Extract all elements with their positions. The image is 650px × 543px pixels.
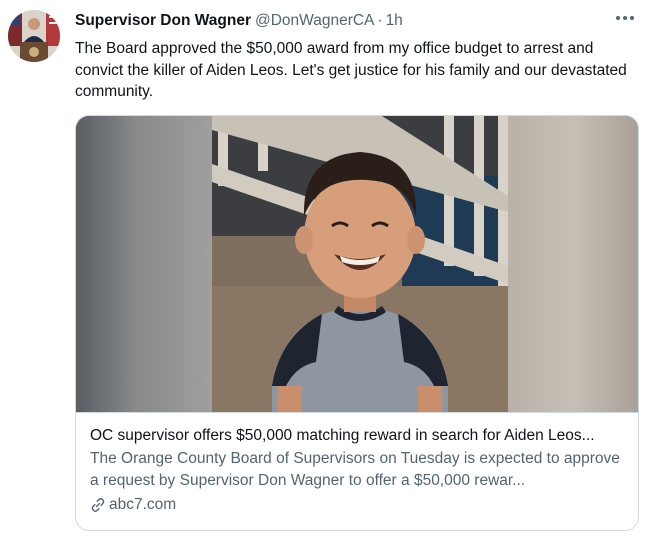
tweet-header: Supervisor Don Wagner @DonWagnerCA · 1h	[75, 10, 635, 32]
more-horizontal-icon[interactable]	[610, 8, 640, 28]
tweet[interactable]: Supervisor Don Wagner @DonWagnerCA · 1h …	[0, 0, 650, 543]
card-description: The Orange County Board of Supervisors o…	[90, 450, 620, 489]
card-info[interactable]: OC supervisor offers $50,000 matching re…	[76, 412, 638, 530]
child-photo	[212, 116, 508, 412]
image-blur-right	[508, 116, 638, 412]
card-image[interactable]	[76, 116, 638, 412]
separator: ·	[377, 12, 383, 29]
image-blur-left	[76, 116, 212, 412]
avatar[interactable]	[8, 10, 60, 62]
link-card[interactable]: OC supervisor offers $50,000 matching re…	[75, 115, 639, 531]
timestamp[interactable]: 1h	[386, 12, 403, 30]
tweet-text: The Board approved the $50,000 award fro…	[75, 40, 627, 100]
card-domain-text: abc7.com	[109, 496, 177, 513]
card-title[interactable]: OC supervisor offers $50,000 matching re…	[90, 425, 626, 446]
link-icon	[90, 497, 106, 513]
user-handle[interactable]: @DonWagnerCA	[255, 12, 374, 30]
card-domain[interactable]: abc7.com	[90, 494, 626, 515]
display-name[interactable]: Supervisor Don Wagner	[75, 12, 251, 30]
